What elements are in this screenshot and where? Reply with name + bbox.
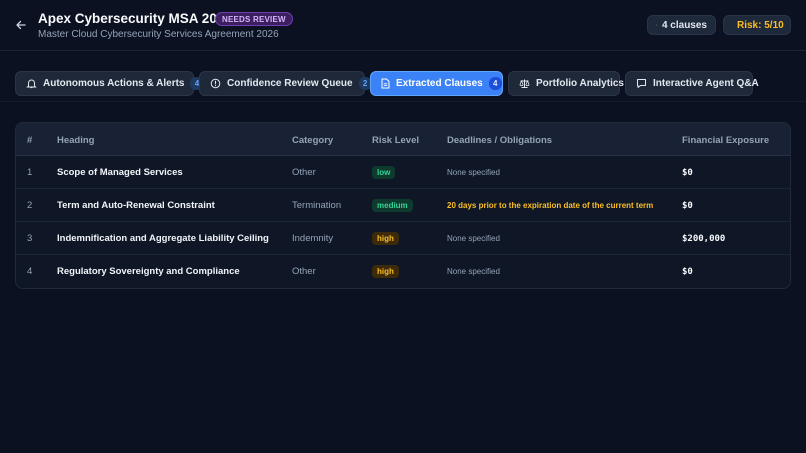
arrow-left-icon [16,20,26,30]
column-header-category: Category [292,135,334,146]
risk-score-label: Risk: 5/10 [737,19,784,31]
table-header: # Heading Category Risk Level Deadlines … [16,123,790,156]
clause-deadline: None specified [447,168,500,177]
tab-agent-qa[interactable]: Interactive Agent Q&A [625,71,759,96]
tab-label: Extracted Clauses [396,78,483,89]
clauses-count-label: 4 clauses [661,19,707,31]
table-row[interactable]: 4 Regulatory Sovereignty and Compliance … [16,255,790,288]
tab-autonomous-actions[interactable]: Autonomous Actions & Alerts 4 [15,71,204,96]
clause-heading: Term and Auto-Renewal Constraint [57,200,215,211]
tab-portfolio-analytics[interactable]: Portfolio Analytics [508,71,624,96]
clause-category: Other [292,266,316,277]
row-number: 3 [27,233,33,244]
risk-badge: low [372,166,396,179]
clause-heading: Indemnification and Aggregate Liability … [57,233,269,244]
row-number: 1 [27,167,33,178]
page-title: Apex Cybersecurity MSA 2026 [38,11,232,26]
tab-label: Autonomous Actions & Alerts [43,78,185,89]
risk-cell: high [372,255,399,288]
clause-heading: Regulatory Sovereignty and Compliance [57,266,240,277]
alert-circle-icon [210,78,221,89]
column-header-deadlines: Deadlines / Obligations [447,135,553,146]
financial-exposure: $200,000 [682,233,726,244]
table-row[interactable]: 2 Term and Auto-Renewal Constraint Termi… [16,189,790,222]
risk-cell: low [372,156,396,189]
risk-cell: high [372,222,399,255]
clause-deadline: 20 days prior to the expiration date of … [447,201,654,210]
table-row[interactable]: 1 Scope of Managed Services Other low No… [16,156,790,189]
clause-deadline: None specified [447,267,500,276]
clauses-table: # Heading Category Risk Level Deadlines … [15,122,791,289]
document-icon [656,24,657,26]
risk-score-pill: Risk: 5/10 [723,15,791,35]
column-header-risk: Risk Level [372,135,419,146]
clause-category: Other [292,167,316,178]
clause-heading: Scope of Managed Services [57,167,183,178]
bell-icon [26,78,37,89]
tab-confidence-review[interactable]: Confidence Review Queue 2 [199,71,372,96]
tab-bar: Autonomous Actions & Alerts 4 Confidence… [0,70,806,102]
risk-badge: high [372,265,399,278]
tab-label: Interactive Agent Q&A [653,78,759,89]
clause-category: Indemnity [292,233,334,244]
tab-count-badge: 4 [488,77,502,90]
row-number: 2 [27,200,33,211]
column-header-number: # [27,135,33,146]
page-header: Apex Cybersecurity MSA 2026 NEEDS REVIEW… [0,0,806,51]
back-button[interactable] [13,17,29,33]
tab-extracted-clauses[interactable]: Extracted Clauses 4 [370,71,503,96]
financial-exposure: $0 [682,200,693,211]
scale-icon [519,78,530,89]
risk-badge: high [372,232,399,245]
table-row[interactable]: 3 Indemnification and Aggregate Liabilit… [16,222,790,255]
column-header-exposure: Financial Exposure [682,135,770,146]
document-icon [381,78,390,89]
status-badge: NEEDS REVIEW [215,12,293,26]
page-subtitle: Master Cloud Cybersecurity Services Agre… [38,29,279,40]
chat-icon [636,78,647,89]
financial-exposure: $0 [682,266,693,277]
risk-cell: medium [372,189,413,222]
column-header-heading: Heading [57,135,95,146]
clause-deadline: None specified [447,234,500,243]
row-number: 4 [27,266,33,277]
clause-category: Termination [292,200,342,211]
financial-exposure: $0 [682,167,693,178]
clauses-count-pill: 4 clauses [647,15,716,35]
tab-label: Confidence Review Queue [227,78,353,89]
tab-label: Portfolio Analytics [536,78,624,89]
risk-badge: medium [372,199,413,212]
